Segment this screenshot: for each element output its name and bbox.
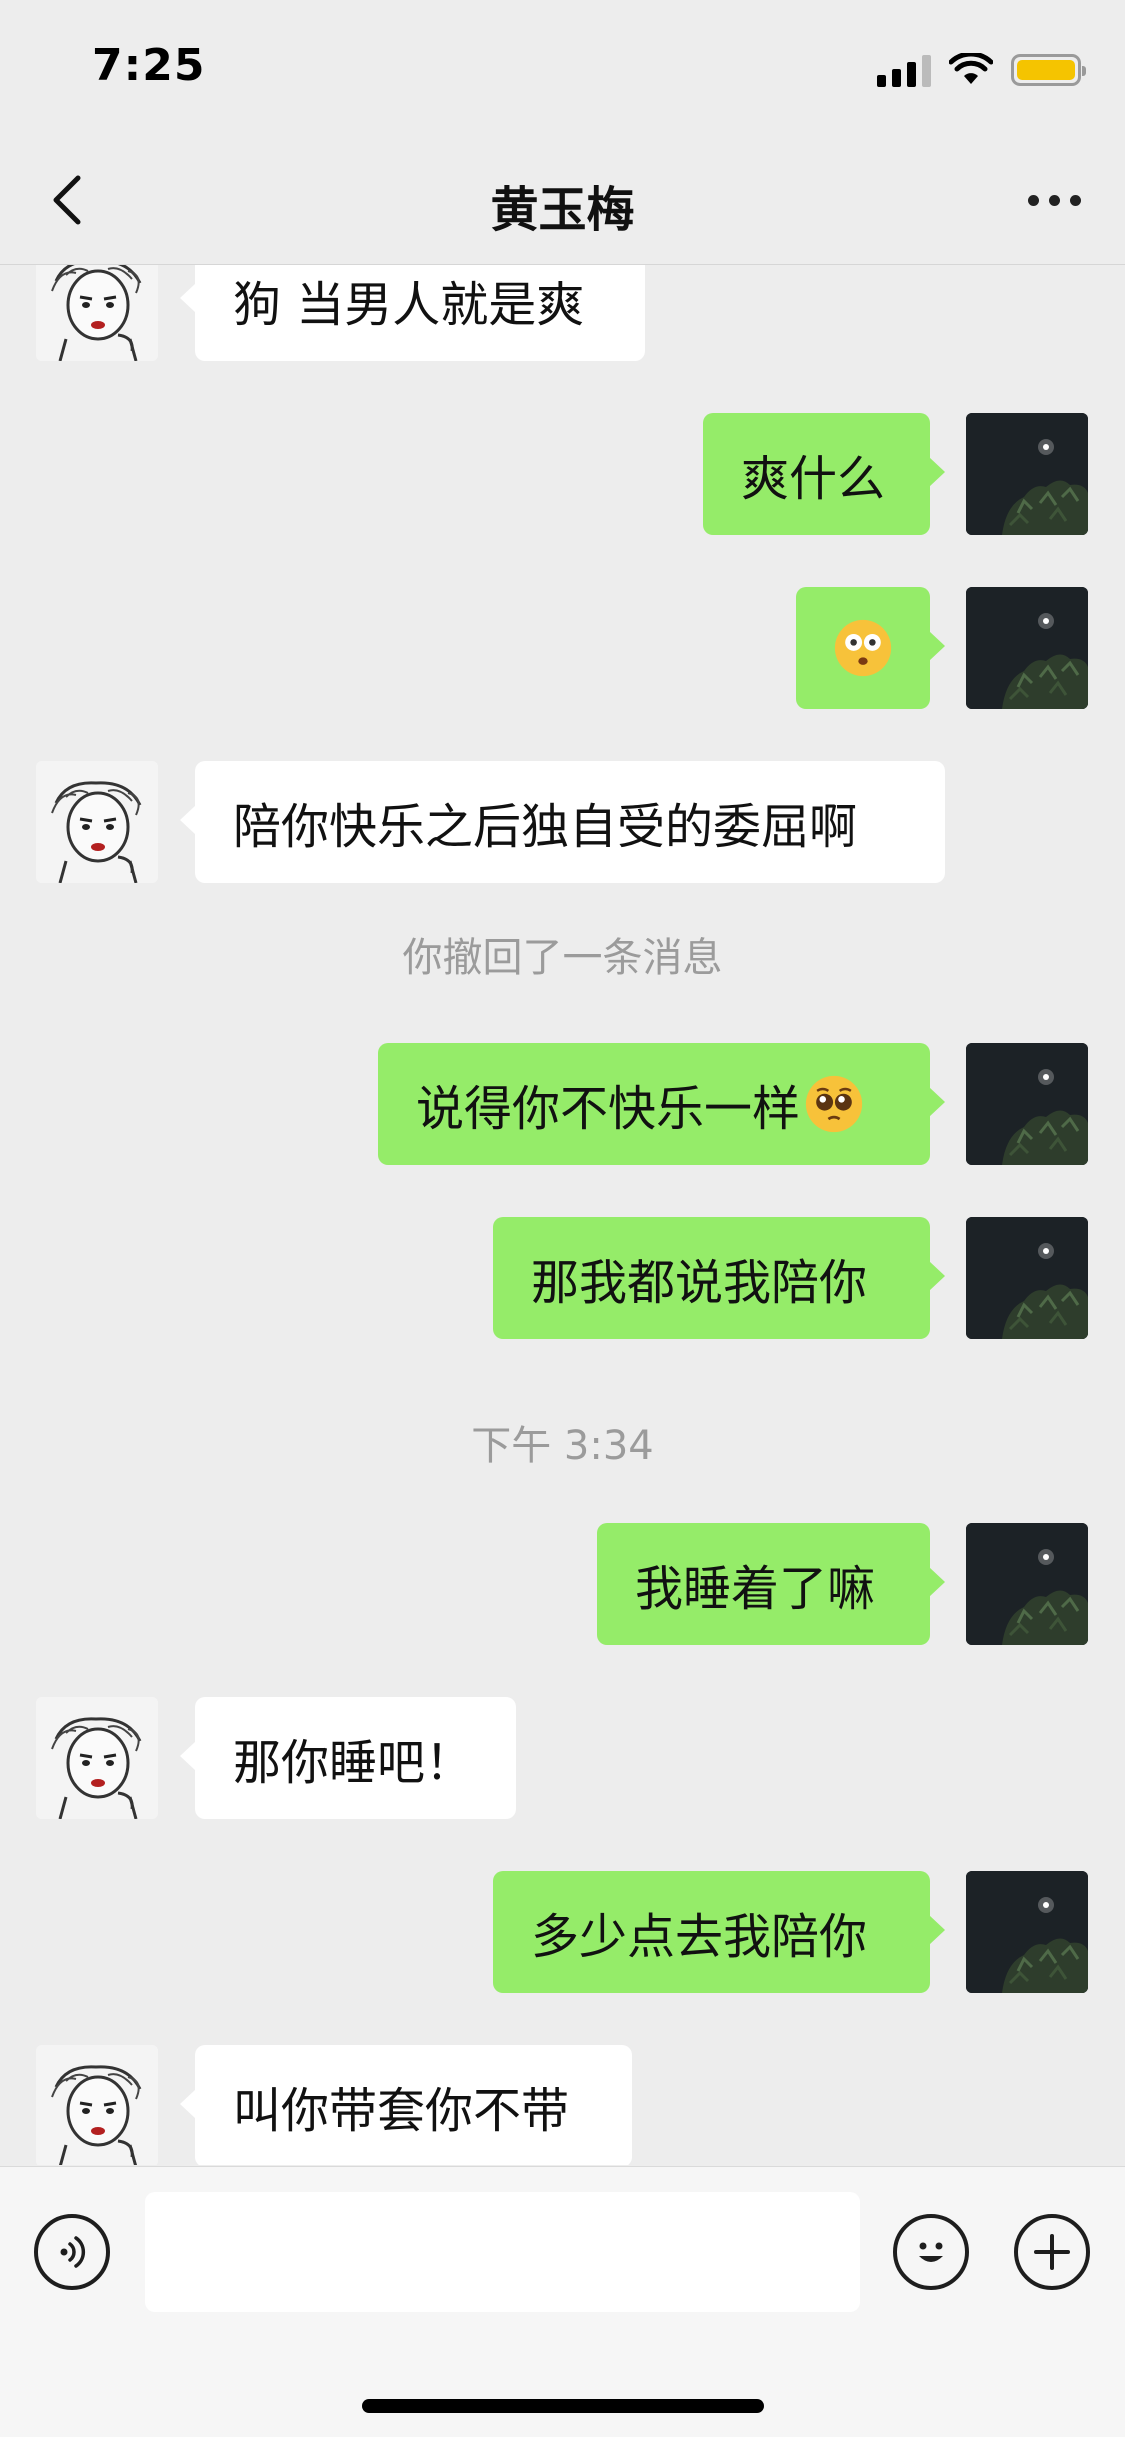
more-button[interactable]	[1019, 170, 1089, 230]
my-avatar[interactable]	[966, 413, 1088, 535]
more-dots-icon	[1027, 194, 1039, 206]
message-bubble[interactable]: 我睡着了嘛	[597, 1523, 945, 1645]
night-photo-avatar	[966, 1217, 1088, 1339]
contact-avatar[interactable]	[36, 761, 158, 883]
battery-icon	[1011, 54, 1086, 86]
message-text: 爽什么	[741, 451, 886, 507]
plus-button[interactable]	[1014, 2214, 1090, 2290]
night-photo-avatar	[966, 413, 1088, 535]
message-bubble[interactable]: 多少点去我陪你	[493, 1871, 945, 1993]
voice-button[interactable]	[34, 2214, 110, 2290]
message-bubble[interactable]	[796, 587, 945, 709]
message-bubble[interactable]: 那我都说我陪你	[493, 1217, 945, 1339]
emoji-button[interactable]	[893, 2214, 969, 2290]
contact-avatar[interactable]	[36, 265, 158, 361]
message-bubble[interactable]: 那你睡吧！	[180, 1697, 516, 1819]
message-sent: 爽什么	[0, 413, 1125, 535]
message-bubble[interactable]: 说得你不快乐一样	[378, 1043, 945, 1165]
cellular-signal-icon	[877, 53, 931, 87]
night-photo-avatar	[966, 587, 1088, 709]
message-bubble[interactable]: 叫你带套你不带	[180, 2045, 632, 2165]
chat-header: 黄玉梅	[0, 140, 1125, 265]
message-bubble[interactable]: 狗 当男人就是爽	[180, 265, 645, 361]
message-text: 说得你不快乐一样	[416, 1081, 801, 1137]
meme-avatar-image	[36, 2045, 158, 2165]
meme-avatar-image	[36, 1697, 158, 1819]
message-received: 狗 当男人就是爽	[0, 265, 1125, 361]
message-received: 那你睡吧！	[0, 1697, 1125, 1819]
my-avatar[interactable]	[966, 587, 1088, 709]
status-bar: 7:25	[0, 0, 1125, 140]
meme-avatar-image	[36, 265, 158, 361]
my-avatar[interactable]	[966, 1523, 1088, 1645]
message-text: 多少点去我陪你	[531, 1909, 868, 1965]
my-avatar[interactable]	[966, 1871, 1088, 1993]
night-photo-avatar	[966, 1871, 1088, 1993]
meme-avatar-image	[36, 761, 158, 883]
status-time: 7:25	[92, 40, 206, 91]
message-bubble[interactable]: 陪你快乐之后独自受的委屈啊	[180, 761, 945, 883]
message-list[interactable]: 狗 当男人就是爽 爽什么 陪你快乐之后独自受的委屈啊 你撤回了一条消息 说得你不…	[0, 265, 1125, 2165]
message-sent: 我睡着了嘛	[0, 1523, 1125, 1645]
emoji-icon	[919, 2242, 943, 2262]
my-avatar[interactable]	[966, 1217, 1088, 1339]
night-photo-avatar	[966, 1043, 1088, 1165]
message-sent: 多少点去我陪你	[0, 1871, 1125, 1993]
night-photo-avatar	[966, 1523, 1088, 1645]
message-text: 叫你带套你不带	[233, 2083, 570, 2139]
page-title: 黄玉梅	[490, 182, 635, 238]
message-text: 那我都说我陪你	[531, 1255, 868, 1311]
timestamp: 下午 3:34	[471, 1423, 654, 1469]
wifi-icon	[949, 53, 993, 84]
plus-icon	[1034, 2234, 1070, 2270]
flushed-face-emoji-icon	[833, 618, 893, 678]
message-sent: 说得你不快乐一样	[0, 1043, 1125, 1165]
system-notice: 你撤回了一条消息	[402, 935, 723, 981]
contact-avatar[interactable]	[36, 2045, 158, 2165]
voice-icon	[60, 2236, 86, 2268]
my-avatar[interactable]	[966, 1043, 1088, 1165]
pleading-face-emoji-icon	[804, 1074, 864, 1134]
contact-avatar[interactable]	[36, 1697, 158, 1819]
message-text: 陪你快乐之后独自受的委屈啊	[233, 799, 858, 855]
message-text: 狗 当男人就是爽	[233, 277, 585, 333]
message-bubble[interactable]: 爽什么	[703, 413, 945, 535]
input-bar	[0, 2166, 1125, 2437]
message-sent	[0, 587, 1125, 709]
message-text: 我睡着了嘛	[635, 1561, 876, 1617]
message-received: 陪你快乐之后独自受的委屈啊	[0, 761, 1125, 883]
message-sent: 那我都说我陪你	[0, 1217, 1125, 1339]
message-text: 那你睡吧！	[233, 1735, 474, 1791]
home-indicator[interactable]	[362, 2399, 764, 2413]
status-icons	[877, 50, 1086, 90]
message-input[interactable]	[145, 2192, 860, 2312]
message-received: 叫你带套你不带	[0, 2045, 1125, 2165]
